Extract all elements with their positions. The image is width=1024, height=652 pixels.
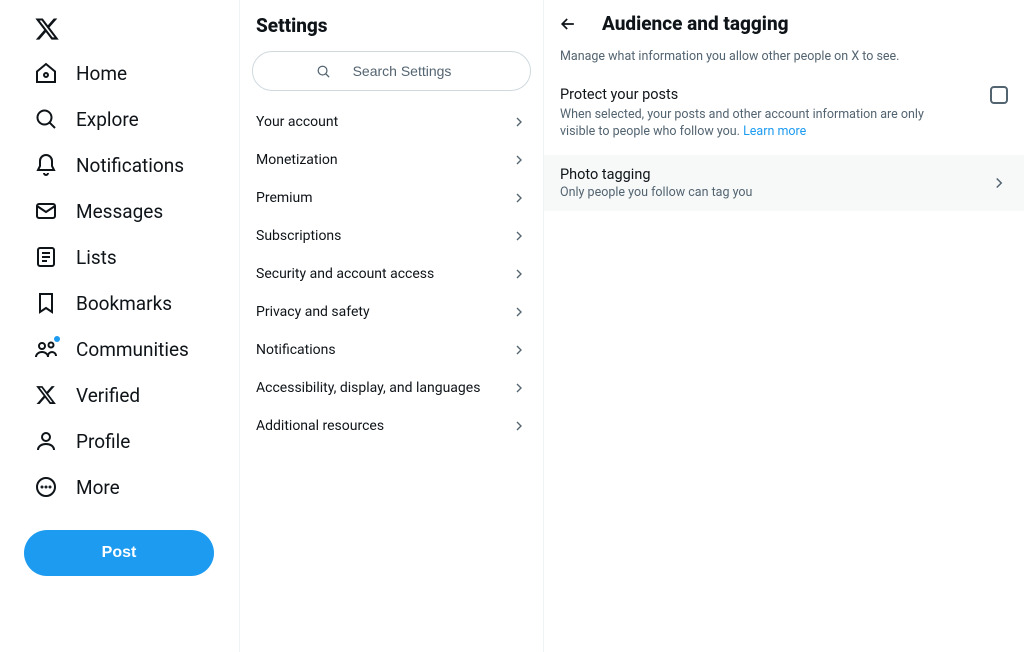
settings-item-accessibility[interactable]: Accessibility, display, and languages [240,369,543,407]
detail-subtitle: Manage what information you allow other … [544,43,1024,78]
home-icon [34,61,58,85]
settings-item-label: Premium [256,190,313,206]
protect-description: When selected, your posts and other acco… [560,107,960,141]
settings-item-notifications[interactable]: Notifications [240,331,543,369]
arrow-left-icon [558,14,578,34]
nav-messages[interactable]: Messages [24,188,227,234]
chevron-right-icon [511,152,527,168]
photo-tagging-title: Photo tagging [560,166,752,183]
settings-search[interactable] [252,51,531,91]
nav-lists[interactable]: Lists [24,234,227,280]
settings-item-privacy[interactable]: Privacy and safety [240,293,543,331]
settings-item-premium[interactable]: Premium [240,179,543,217]
settings-item-additional[interactable]: Additional resources [240,407,543,445]
settings-item-label: Monetization [256,152,338,168]
nav-notifications[interactable]: Notifications [24,142,227,188]
nav-label: More [76,476,120,499]
nav-communities[interactable]: Communities [24,326,227,372]
more-icon [34,475,58,499]
settings-item-label: Your account [256,114,338,130]
settings-title: Settings [240,0,543,47]
bell-icon [34,153,58,177]
nav-label: Bookmarks [76,292,172,315]
nav-bookmarks[interactable]: Bookmarks [24,280,227,326]
chevron-right-icon [511,418,527,434]
chevron-right-icon [511,190,527,206]
learn-more-link[interactable]: Learn more [743,124,806,139]
nav-label: Profile [76,430,130,453]
chevron-right-icon [511,304,527,320]
photo-tagging-subtitle: Only people you follow can tag you [560,185,752,200]
protect-title: Protect your posts [560,86,960,103]
chevron-right-icon [511,228,527,244]
x-logo[interactable] [24,8,227,50]
settings-item-security[interactable]: Security and account access [240,255,543,293]
back-button[interactable] [558,14,578,34]
nav-home[interactable]: Home [24,50,227,96]
x-icon [34,383,58,407]
settings-item-label: Accessibility, display, and languages [256,380,480,396]
notification-dot [54,336,60,342]
chevron-right-icon [990,174,1008,192]
post-button[interactable]: Post [24,530,214,576]
communities-icon [34,337,58,361]
settings-item-monetization[interactable]: Monetization [240,141,543,179]
nav-label: Communities [76,338,189,361]
settings-column: Settings Your account Monetization Premi… [240,0,544,652]
nav-label: Explore [76,108,139,131]
nav-more[interactable]: More [24,464,227,510]
mail-icon [34,199,58,223]
nav-profile[interactable]: Profile [24,418,227,464]
chevron-right-icon [511,380,527,396]
chevron-right-icon [511,342,527,358]
nav-label: Home [76,62,127,85]
nav-label: Verified [76,384,140,407]
bookmark-icon [34,291,58,315]
settings-item-label: Notifications [256,342,336,358]
settings-item-subscriptions[interactable]: Subscriptions [240,217,543,255]
nav-label: Notifications [76,154,184,177]
search-icon [316,64,331,79]
search-icon [34,107,58,131]
protect-posts-checkbox[interactable] [990,86,1008,104]
nav-explore[interactable]: Explore [24,96,227,142]
detail-column: Audience and tagging Manage what informa… [544,0,1024,652]
detail-header: Audience and tagging [544,0,1024,43]
primary-nav: Home Explore Notifications Messages List… [0,0,240,652]
nav-label: Messages [76,200,163,223]
settings-item-label: Subscriptions [256,228,341,244]
detail-title: Audience and tagging [602,12,789,35]
protect-posts-row: Protect your posts When selected, your p… [544,78,1024,155]
settings-search-input[interactable] [337,63,467,79]
nav-label: Lists [76,246,117,269]
settings-item-label: Additional resources [256,418,384,434]
settings-item-label: Privacy and safety [256,304,370,320]
profile-icon [34,429,58,453]
settings-item-label: Security and account access [256,266,434,282]
nav-verified[interactable]: Verified [24,372,227,418]
settings-item-your-account[interactable]: Your account [240,103,543,141]
chevron-right-icon [511,266,527,282]
photo-tagging-row[interactable]: Photo tagging Only people you follow can… [544,155,1024,211]
chevron-right-icon [511,114,527,130]
list-icon [34,245,58,269]
